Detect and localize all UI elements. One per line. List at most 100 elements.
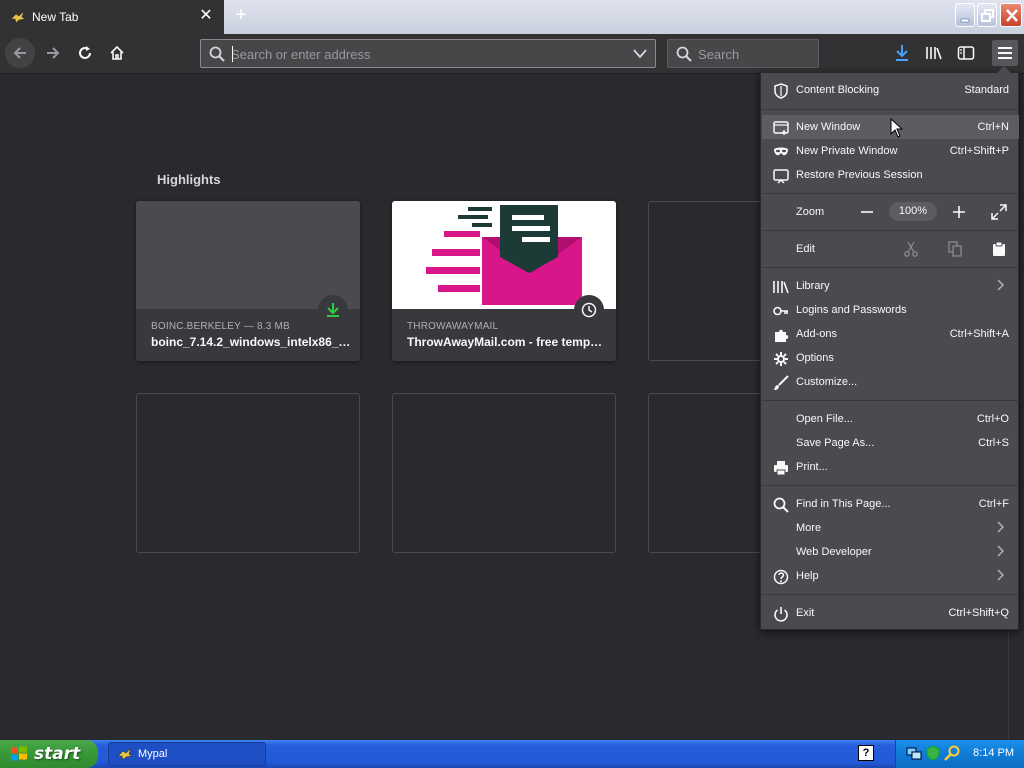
menu-item-library[interactable]: Library [762, 274, 1019, 298]
menu-item-more[interactable]: More [762, 516, 1019, 540]
menu-item-addons[interactable]: Add-ons Ctrl+Shift+A [762, 322, 1019, 346]
clock: 8:14 PM [973, 747, 1014, 759]
card-title: boinc_7.14.2_windows_intelx86_64.exe [151, 335, 351, 349]
menu-item-shortcut: Ctrl+Shift+Q [948, 607, 1009, 619]
menu-separator [762, 230, 1019, 231]
card-host: THROWAWAYMAIL [407, 321, 499, 332]
puzzle-icon [772, 326, 789, 343]
menu-arrow [997, 66, 1011, 73]
address-input[interactable] [231, 45, 611, 63]
home-button[interactable] [102, 38, 132, 68]
menu-item-label: Save Page As... [796, 437, 875, 449]
restore-session-icon [772, 167, 789, 184]
chevron-right-icon [997, 569, 1005, 581]
windows-logo-icon [11, 746, 27, 761]
chevron-right-icon [997, 545, 1005, 557]
menu-item-save-page[interactable]: Save Page As... Ctrl+S [762, 431, 1019, 455]
scissors-icon [904, 241, 918, 257]
menu-item-find[interactable]: Find in This Page... Ctrl+F [762, 492, 1019, 516]
taskbar-item-mypal[interactable]: Mypal [108, 742, 266, 766]
security-icon[interactable] [925, 745, 941, 761]
open-menu-button[interactable] [992, 40, 1018, 66]
search-bar[interactable] [667, 39, 819, 68]
forward-button[interactable] [38, 38, 68, 68]
taskbar-item-label: Mypal [138, 748, 168, 760]
clock-icon [581, 302, 597, 318]
new-tab-button[interactable]: + [230, 4, 252, 28]
start-button[interactable]: start [0, 740, 98, 768]
menu-item-shortcut: Ctrl+O [976, 413, 1009, 425]
sidebar-button[interactable] [954, 40, 978, 66]
menu-item-label: Help [796, 570, 819, 582]
reload-button[interactable] [70, 38, 100, 68]
navigation-toolbar [0, 34, 1024, 74]
menu-item-label: Library [796, 280, 830, 292]
search-icon [209, 46, 225, 62]
chevron-down-icon[interactable] [633, 48, 647, 60]
menu-item-zoom: Zoom 100% [762, 200, 1019, 224]
card-title: ThrowAwayMail.com - free temporary email [407, 335, 607, 349]
fullscreen-button[interactable] [990, 203, 1008, 221]
cut-button[interactable] [902, 240, 920, 258]
tab-close-icon[interactable]: ✕ [196, 6, 216, 26]
menu-item-exit[interactable]: Exit Ctrl+Shift+Q [762, 601, 1019, 625]
address-bar[interactable] [200, 39, 656, 68]
download-icon [327, 303, 339, 317]
highlight-card[interactable]: THROWAWAYMAIL ThrowAwayMail.com - free t… [392, 201, 616, 361]
search-input[interactable] [698, 45, 808, 63]
printer-icon [772, 459, 789, 476]
zoom-out-button[interactable] [858, 203, 876, 221]
menu-item-label: New Window [796, 121, 861, 133]
minus-icon [861, 211, 873, 213]
menu-item-label: Find in This Page... [796, 498, 891, 510]
menu-item-content-blocking[interactable]: Content Blocking Standard [762, 78, 1019, 102]
card-thumbnail [136, 201, 360, 309]
menu-item-logins[interactable]: Logins and Passwords [762, 298, 1019, 322]
copy-icon [948, 241, 962, 257]
menu-item-help[interactable]: Help [762, 564, 1019, 588]
menu-item-new-private-window[interactable]: New Private Window Ctrl+Shift+P [762, 139, 1019, 163]
menu-item-label: Customize... [796, 376, 858, 388]
menu-item-label: Zoom [796, 206, 825, 218]
menu-item-web-developer[interactable]: Web Developer [762, 540, 1019, 564]
empty-highlight-slot [136, 393, 360, 553]
restore-icon [981, 9, 994, 22]
menu-item-label: Content Blocking [796, 84, 880, 96]
plus-icon [953, 206, 965, 218]
library-icon [926, 47, 942, 60]
zoom-in-button[interactable] [950, 203, 968, 221]
menu-item-label: Add-ons [796, 328, 837, 340]
tab-new-tab[interactable]: New Tab ✕ [0, 0, 224, 34]
menu-item-customize[interactable]: Customize... [762, 370, 1019, 394]
highlight-card[interactable]: BOINC.BERKELEY — 8.3 MB boinc_7.14.2_win… [136, 201, 360, 361]
menu-item-options[interactable]: Options [762, 346, 1019, 370]
back-arrow-icon [13, 47, 26, 59]
back-button[interactable] [5, 38, 35, 68]
close-window-button[interactable] [1000, 3, 1022, 27]
forward-arrow-icon [47, 47, 60, 59]
menu-item-print[interactable]: Print... [762, 455, 1019, 479]
library-button[interactable] [922, 40, 946, 66]
help-tray-icon[interactable]: ? [858, 745, 874, 761]
copy-button[interactable] [946, 240, 964, 258]
menu-separator [762, 485, 1019, 486]
zoom-reset-button[interactable]: 100% [889, 202, 937, 221]
chevron-right-icon [997, 279, 1005, 291]
private-mask-icon [772, 143, 789, 160]
fullscreen-icon [991, 204, 1007, 220]
minimize-button[interactable] [955, 3, 975, 27]
download-badge [318, 295, 348, 325]
restore-button[interactable] [977, 3, 997, 27]
close-icon [1006, 9, 1018, 22]
network-icon[interactable] [906, 745, 922, 761]
search-tray-icon[interactable] [944, 745, 960, 761]
text-caret [232, 46, 233, 62]
menu-item-edit: Edit [762, 237, 1019, 261]
menu-item-shortcut: Ctrl+Shift+P [949, 145, 1009, 157]
menu-item-restore-session[interactable]: Restore Previous Session [762, 163, 1019, 187]
paste-button[interactable] [990, 240, 1008, 258]
menu-item-open-file[interactable]: Open File... Ctrl+O [762, 407, 1019, 431]
downloads-button[interactable] [890, 40, 914, 66]
menu-item-shortcut: Ctrl+Shift+A [949, 328, 1009, 340]
menu-item-shortcut: Ctrl+F [978, 498, 1009, 510]
